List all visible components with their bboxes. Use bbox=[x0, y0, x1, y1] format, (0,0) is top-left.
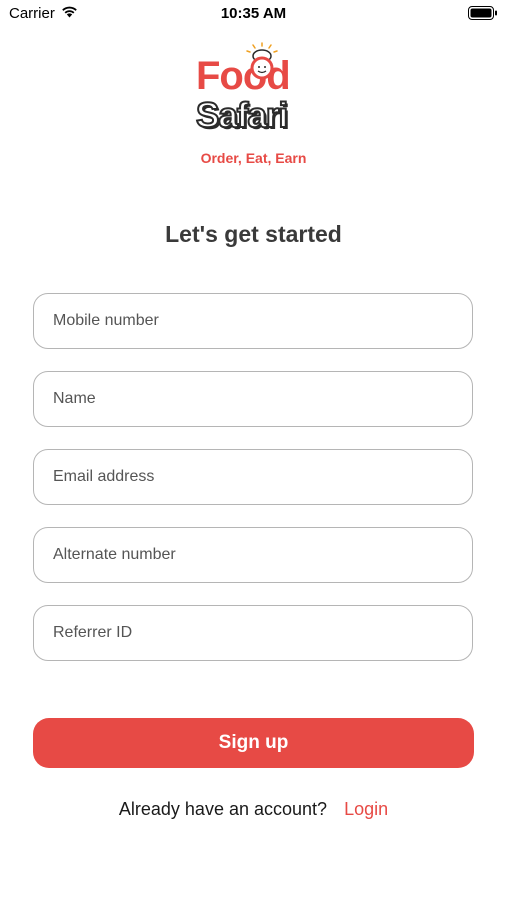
email-input[interactable] bbox=[34, 450, 472, 504]
mobile-number-field-container bbox=[33, 293, 473, 349]
chef-icon bbox=[244, 42, 280, 87]
status-time: 10:35 AM bbox=[220, 5, 287, 22]
status-bar: Carrier 10:35 AM bbox=[0, 0, 507, 28]
login-prompt-text: Already have an account? bbox=[118, 799, 328, 819]
login-prompt: Already have an account? Login bbox=[0, 799, 507, 820]
name-input[interactable] bbox=[34, 372, 472, 426]
alternate-number-input[interactable] bbox=[34, 528, 472, 582]
battery-icon bbox=[468, 6, 498, 24]
logo-safari-text: Safari bbox=[195, 96, 289, 135]
email-field-container bbox=[33, 449, 473, 505]
alternate-number-field-container bbox=[33, 527, 473, 583]
page-title: Let's get started bbox=[165, 221, 342, 247]
login-link[interactable]: Login bbox=[344, 799, 388, 819]
referrer-id-field-container bbox=[33, 605, 473, 661]
signup-button[interactable]: Sign up bbox=[33, 718, 474, 768]
signup-screen: Carrier 10:35 AM Food Safari Order, Eat,… bbox=[0, 0, 507, 900]
tagline: Order, Eat, Earn bbox=[200, 150, 307, 166]
referrer-id-input[interactable] bbox=[34, 606, 472, 660]
mobile-number-input[interactable] bbox=[34, 294, 472, 348]
name-field-container bbox=[33, 371, 473, 427]
